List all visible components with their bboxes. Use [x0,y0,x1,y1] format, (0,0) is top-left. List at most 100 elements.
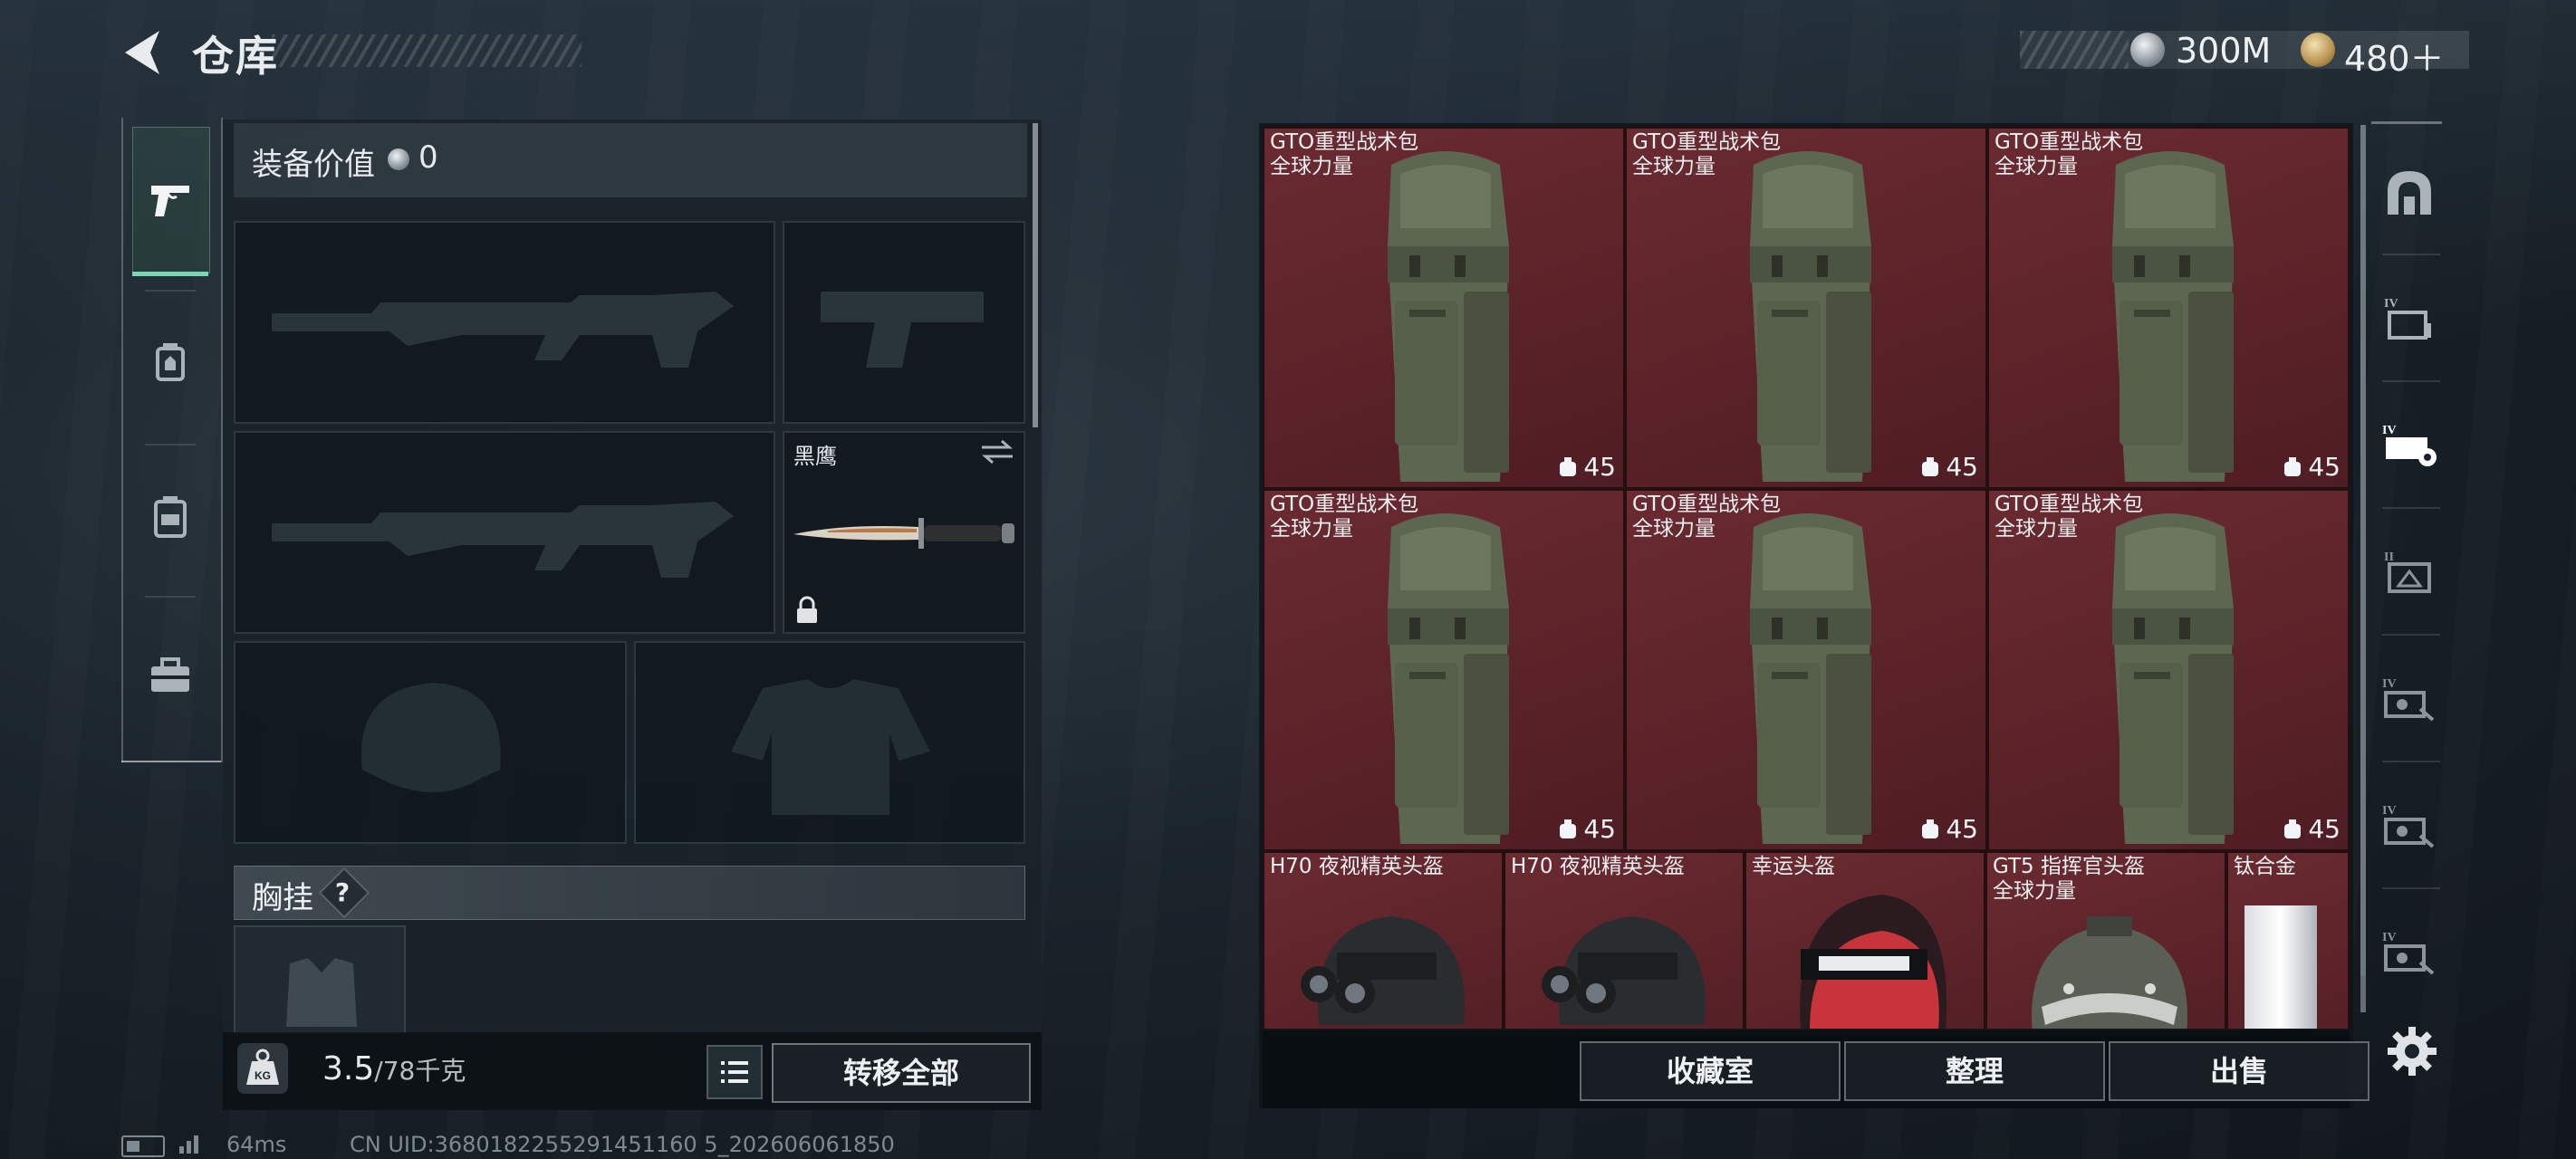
armor-placeholder-icon [731,679,930,815]
category-iv-tools-1[interactable]: IV [2373,648,2446,748]
storage-item-backpack[interactable]: GTO重型战术包 全球力量 45 [1263,489,1625,851]
item-faction: 全球力量 [1632,517,1716,541]
collection-room-button[interactable]: 收藏室 [1580,1041,1841,1101]
primary-weapon-slot-1[interactable] [234,221,775,424]
storage-item-backpack[interactable]: GTO重型战术包 全球力量 45 [1625,127,1987,489]
commander-helmet-icon [2032,916,2187,1029]
item-name: GT5 指挥官头盔 [1993,855,2145,878]
back-icon[interactable] [120,27,167,78]
ammo-box-icon: IV [2384,297,2431,340]
category-iv-armor[interactable]: II [2373,522,2446,621]
armor-slot[interactable] [634,641,1025,844]
backpack-capacity-icon [1560,456,1577,476]
equipment-value: 0 [418,139,438,176]
tab-toolbox[interactable] [132,603,208,748]
storage-item-backpack[interactable]: GTO重型战术包 全球力量 45 [1625,489,1987,851]
tab-backpack[interactable] [132,444,208,589]
weight-icon: KG [237,1043,288,1094]
vest-icon [156,343,185,381]
chest-rig-slot[interactable] [234,925,406,1034]
silver-currency-amount: 300M [2176,31,2272,71]
equipment-scrollbar[interactable] [1033,123,1038,427]
category-iv-helmet[interactable]: IV [2373,395,2446,494]
tools-category-icon: IV [2382,677,2435,722]
list-icon [721,1061,748,1083]
category-separator [2382,380,2440,382]
category-iv-tools-3[interactable]: IV [2373,902,2446,1001]
lucky-helmet-icon [1800,895,1947,1029]
svg-text:KG: KG [255,1069,271,1082]
category-separator [2382,887,2440,889]
sell-button[interactable]: 出售 [2109,1041,2369,1101]
melee-weapon-slot[interactable]: 黑鹰 [783,431,1025,634]
helmet-slot[interactable] [234,641,627,844]
swap-icon[interactable] [980,438,1014,465]
item-name: H70 夜视精英头盔 [1511,855,1685,878]
item-name: GTO重型战术包 [1270,493,1419,516]
pistol-icon [151,186,189,216]
storage-item-helmet[interactable]: H70 夜视精英头盔 [1504,851,1745,1029]
item-name: GTO重型战术包 [1632,493,1782,516]
item-faction: 全球力量 [1993,879,2076,903]
category-scroll-thumb[interactable] [2360,125,2366,1012]
tools-category-icon: IV [2382,804,2435,848]
help-icon[interactable]: ? [324,875,360,911]
item-name: GTO重型战术包 [1994,493,2144,516]
storage-arch-icon [2388,171,2431,215]
item-faction: 全球力量 [1994,155,2078,178]
svg-text:IV: IV [2382,804,2397,818]
active-tab-indicator [132,272,208,276]
svg-text:IV: IV [2382,931,2397,944]
category-iv-box[interactable]: IV [2373,268,2446,368]
transfer-all-button[interactable]: 转移全部 [772,1043,1031,1103]
tab-gear[interactable] [132,290,208,435]
item-faction: 全球力量 [1270,517,1353,541]
category-separator [2382,761,2440,762]
storage-item-helmet[interactable]: 幸运头盔 [1745,851,1985,1029]
vest-placeholder-icon [286,958,357,1027]
organize-button[interactable]: 整理 [1844,1041,2105,1101]
primary-weapon-slot-2[interactable] [234,431,775,634]
toolbox-icon [151,657,189,692]
backpack-icon [1750,151,1871,482]
list-view-button[interactable] [706,1045,763,1099]
category-all-storage[interactable] [2373,141,2446,241]
sidearm-slot[interactable] [783,221,1025,424]
backpack-icon [2112,513,2234,844]
category-separator [2382,507,2440,509]
item-capacity: 45 [2283,452,2341,482]
battery-level [127,1141,139,1152]
backpack-icon [154,496,187,538]
backpack-icon [1388,151,1509,482]
item-capacity: 45 [2283,814,2341,844]
storage-item-backpack[interactable]: GTO重型战术包 全球力量 45 [1263,127,1625,489]
tab-weapons[interactable] [132,127,210,273]
tab-separator [145,596,196,598]
gold-currency-amount[interactable]: 480＋ [2344,31,2445,81]
knife-name: 黑鹰 [793,444,837,469]
night-vision-helmet-icon [1542,916,1706,1025]
backpack-capacity-icon [1922,819,1939,838]
item-faction: 全球力量 [1270,155,1353,178]
silver-coin-icon [2130,33,2165,67]
silver-coin-icon [388,148,409,170]
equipment-value-label: 装备价值 [252,147,375,183]
storage-item-helmet[interactable]: H70 夜视精英头盔 [1263,851,1504,1029]
svg-text:IV: IV [2382,424,2397,437]
uid-readout: CN UID:3680182255291451160 5_20260606185… [350,1132,895,1157]
backpack-icon [1388,513,1509,844]
signal-icon [179,1135,198,1154]
storage-item-material[interactable]: 钛合金 [2226,851,2350,1029]
tools-category-icon: IV [2382,931,2435,975]
backpack-icon [2112,151,2234,482]
title-decoration [272,34,582,67]
item-name: 幸运头盔 [1752,855,1835,878]
storage-item-backpack[interactable]: GTO重型战术包 全球力量 45 [1987,489,2350,851]
storage-item-helmet[interactable]: GT5 指挥官头盔 全球力量 [1985,851,2226,1029]
settings-icon[interactable] [2386,1025,2438,1078]
category-iv-tools-2[interactable]: IV [2373,775,2446,875]
backpack-capacity-icon [2284,819,2302,838]
svg-text:IV: IV [2382,677,2397,691]
item-name: H70 夜视精英头盔 [1270,855,1444,878]
storage-item-backpack[interactable]: GTO重型战术包 全球力量 45 [1987,127,2350,489]
